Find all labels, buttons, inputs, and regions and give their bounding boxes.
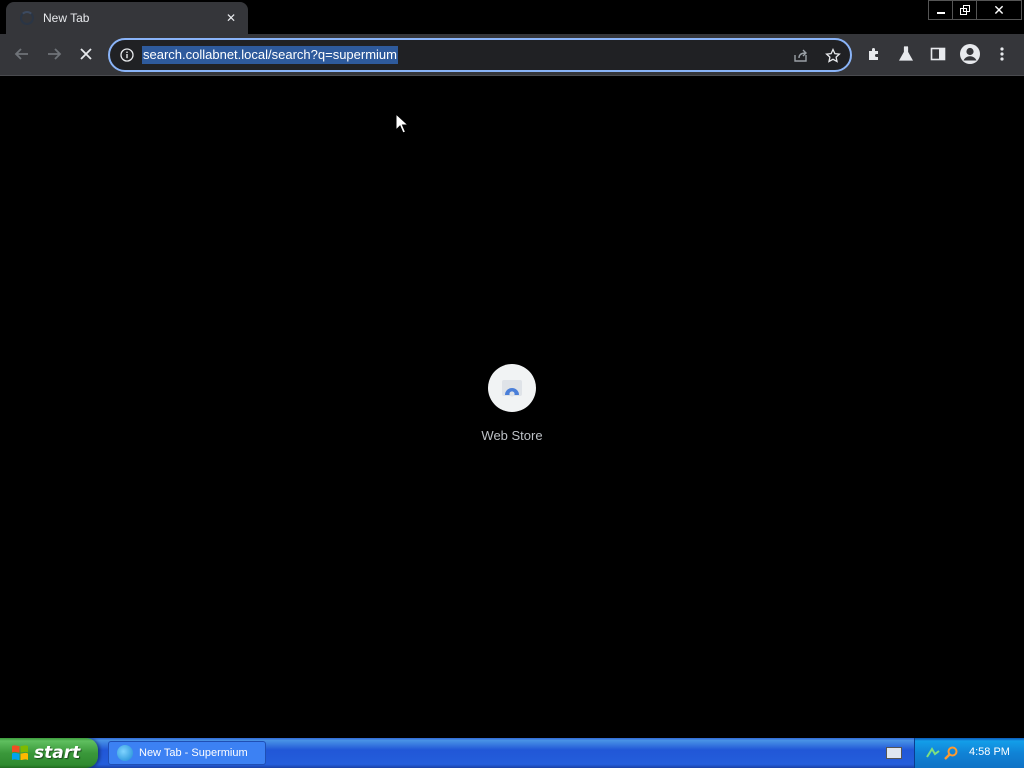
stop-button[interactable] bbox=[71, 39, 101, 69]
stop-loading-icon bbox=[80, 48, 92, 60]
loading-spinner-icon bbox=[20, 11, 34, 25]
tab-strip: New Tab ✕ ✕ bbox=[0, 0, 1024, 34]
profile-button[interactable] bbox=[955, 39, 985, 69]
forward-button[interactable] bbox=[39, 39, 69, 69]
flask-icon bbox=[898, 46, 914, 61]
minimize-button[interactable] bbox=[928, 0, 952, 20]
bookmark-star-icon[interactable] bbox=[822, 45, 844, 67]
extensions-button[interactable] bbox=[859, 39, 889, 69]
windows-logo-icon bbox=[12, 745, 28, 760]
puzzle-icon bbox=[869, 48, 878, 60]
share-icon[interactable] bbox=[790, 45, 812, 67]
url-text[interactable]: search.collabnet.local/search?q=supermiu… bbox=[142, 46, 398, 64]
labs-button[interactable] bbox=[891, 39, 921, 69]
system-tray: 4:58 PM bbox=[914, 738, 1024, 768]
shortcut-icon-circle bbox=[488, 364, 536, 412]
site-info-icon[interactable] bbox=[118, 46, 136, 64]
shortcut-label: Web Store bbox=[481, 428, 543, 443]
start-label: start bbox=[34, 743, 81, 763]
search-icon[interactable] bbox=[943, 745, 959, 761]
close-icon: ✕ bbox=[993, 1, 1005, 18]
avatar-icon bbox=[960, 44, 980, 64]
close-window-button[interactable]: ✕ bbox=[976, 0, 1022, 20]
keyboard-icon[interactable] bbox=[886, 747, 902, 759]
minimize-icon bbox=[936, 12, 945, 14]
arrow-left-icon bbox=[14, 48, 28, 60]
restore-icon bbox=[959, 5, 970, 15]
desktop: New Tab ✕ ✕ search.collabnet.local/searc… bbox=[0, 0, 1024, 768]
back-button[interactable] bbox=[7, 39, 37, 69]
address-bar[interactable]: search.collabnet.local/search?q=supermiu… bbox=[108, 38, 852, 72]
restore-button[interactable] bbox=[952, 0, 976, 20]
menu-button[interactable] bbox=[987, 39, 1017, 69]
taskbar-item-label: New Tab - Supermium bbox=[139, 747, 248, 759]
side-panel-icon bbox=[930, 47, 946, 61]
tab-close-icon[interactable]: ✕ bbox=[222, 9, 240, 27]
tab-title: New Tab bbox=[43, 11, 90, 25]
web-store-icon bbox=[502, 380, 522, 397]
taskbar: start New Tab - Supermium 4:58 PM bbox=[0, 738, 1024, 768]
shortcut-web-store[interactable]: Web Store bbox=[468, 361, 556, 451]
kebab-menu-icon bbox=[1000, 47, 1004, 61]
taskbar-item-browser[interactable]: New Tab - Supermium bbox=[108, 741, 266, 765]
new-tab-page: Web Store bbox=[0, 77, 1024, 738]
start-button[interactable]: start bbox=[0, 738, 98, 768]
side-panel-button[interactable] bbox=[923, 39, 953, 69]
browser-toolbar: search.collabnet.local/search?q=supermiu… bbox=[0, 34, 1024, 76]
mouse-cursor-icon bbox=[395, 113, 409, 134]
network-icon[interactable] bbox=[925, 745, 941, 761]
clock: 4:58 PM bbox=[969, 746, 1010, 758]
browser-icon bbox=[117, 745, 133, 761]
arrow-right-icon bbox=[48, 48, 62, 60]
tab-new-tab[interactable]: New Tab ✕ bbox=[6, 2, 248, 34]
